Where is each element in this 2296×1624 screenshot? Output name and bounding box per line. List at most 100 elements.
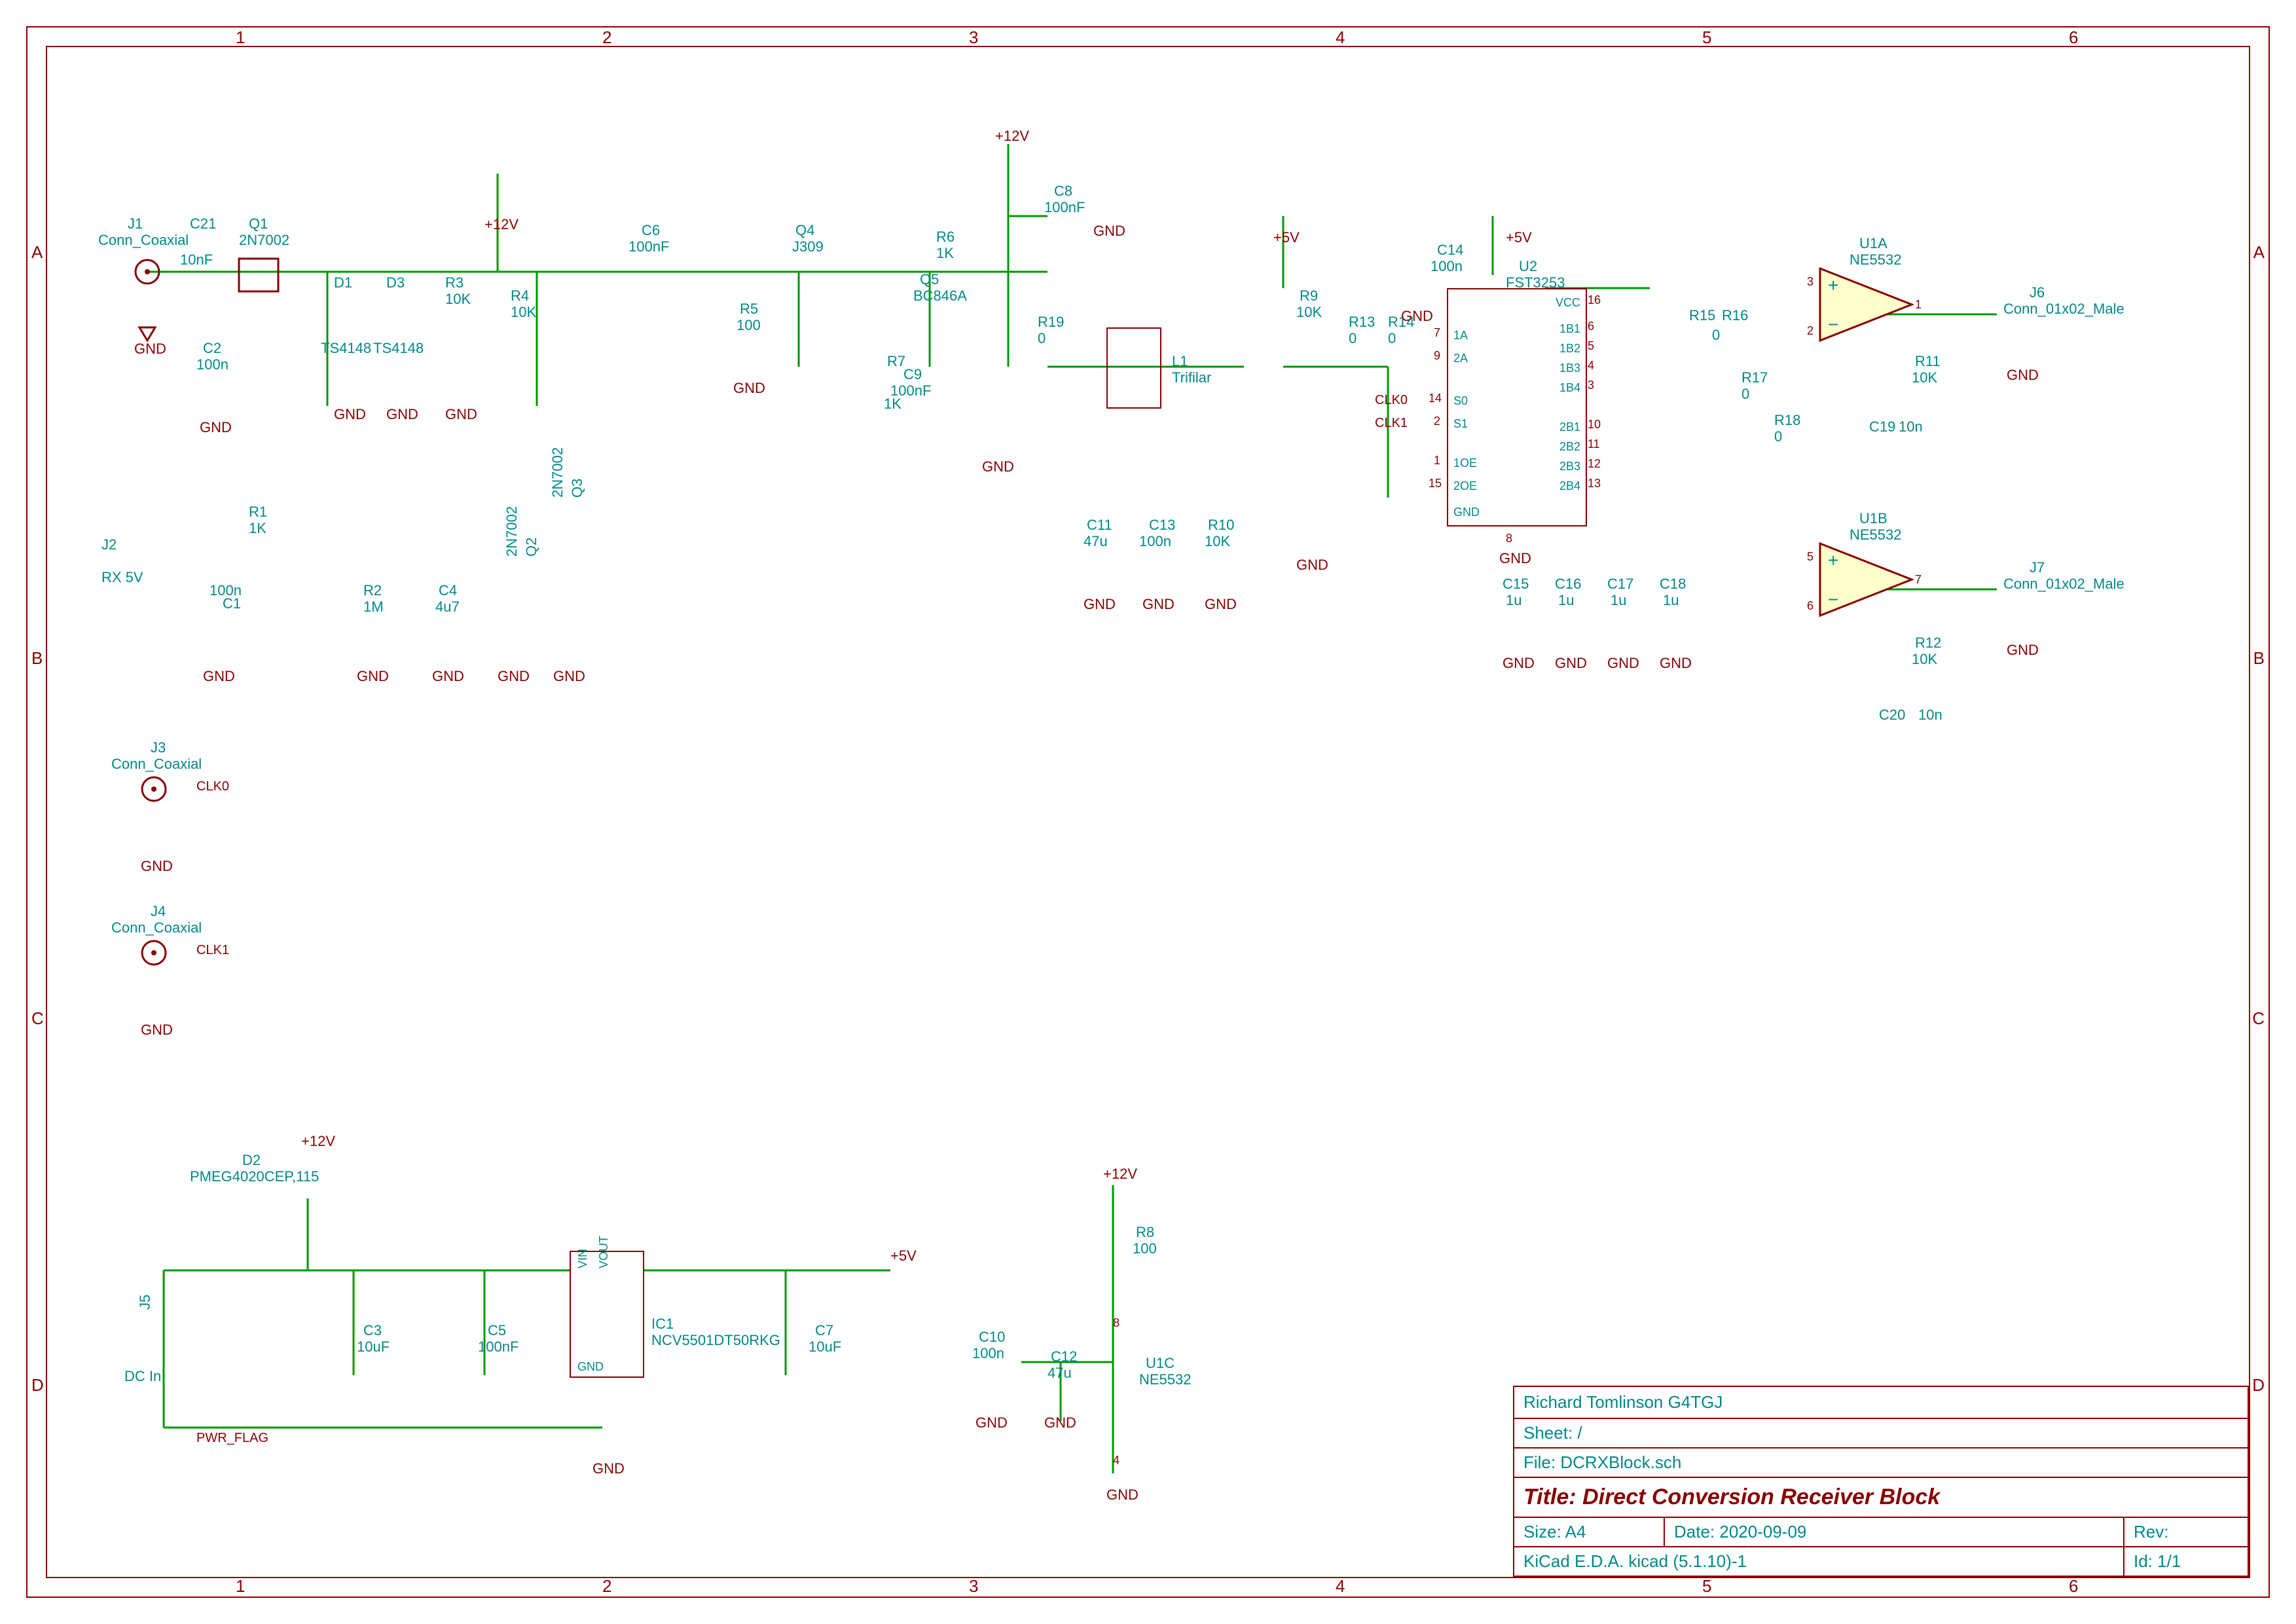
c20-ref: C20 [1879, 707, 1905, 722]
clk0-net: CLK0 [1375, 393, 1408, 408]
r17-ref: R17 [1741, 370, 1768, 385]
c8-val: 100nF [1044, 200, 1085, 215]
c9-ref: C9 [903, 367, 922, 382]
j3-clk0: CLK0 [196, 779, 229, 794]
c1-gnd: GND [203, 668, 235, 685]
ic1-gnd: GND [592, 1460, 625, 1477]
opamp-u1a-icon: + − [1813, 262, 1925, 354]
r9-5v: +5V [1273, 229, 1300, 246]
r11-val: 10K [1912, 370, 1937, 385]
c8-gnd: GND [1093, 223, 1125, 240]
r1-val: 1K [249, 521, 266, 536]
r8-ref: R8 [1136, 1225, 1154, 1240]
c18-ref: C18 [1660, 576, 1686, 591]
svg-text:+: + [1828, 275, 1838, 295]
r4-12v: +12V [484, 216, 519, 233]
q2-gnd: GND [498, 668, 530, 685]
d3-val: TS4148 [373, 341, 424, 356]
ic1-ref: IC1 [651, 1316, 674, 1331]
c17-gnd: GND [1607, 655, 1639, 672]
r13-ref: R13 [1349, 314, 1375, 329]
r2-gnd: GND [357, 668, 389, 685]
d3-gnd: GND [386, 406, 418, 423]
q3-ref: Q3 [570, 479, 585, 498]
r19-val: 0 [1038, 331, 1046, 346]
title-text: Direct Conversion Receiver Block [1582, 1485, 1940, 1509]
c16-gnd: GND [1555, 655, 1587, 672]
c13-ref: C13 [1149, 517, 1175, 532]
c2-val: 100n [196, 357, 228, 372]
r9-val: 10K [1296, 304, 1322, 320]
d3-ref: D3 [386, 275, 405, 290]
q3-val: 2N7002 [550, 447, 565, 498]
j1-val: Conn_Coaxial [98, 232, 189, 248]
c11-gnd: GND [1084, 596, 1116, 613]
j4-ref: J4 [151, 904, 166, 919]
d1-val: TS4148 [321, 341, 371, 356]
r10-gnd: GND [1205, 596, 1237, 613]
ps-5v: +5V [890, 1247, 917, 1264]
j3-coax-icon [137, 773, 177, 812]
r15-ref: R15 [1689, 308, 1715, 323]
rev-label: Rev: [2134, 1522, 2168, 1541]
c7-val: 10uF [809, 1339, 841, 1354]
u1c-val: NE5532 [1139, 1372, 1192, 1387]
mosfet-icon [236, 255, 288, 301]
c2-gnd: GND [200, 419, 232, 436]
r3-ref: R3 [445, 275, 464, 290]
r12-ref: R12 [1915, 635, 1941, 650]
title-block: Richard Tomlinson G4TGJ Sheet: / File: D… [1513, 1386, 2249, 1577]
q4-ref: Q4 [795, 223, 814, 238]
l1-val: Trifilar [1172, 370, 1211, 385]
file-name: DCRXBlock.sch [1560, 1452, 1681, 1472]
r2-val: 1M [363, 599, 384, 614]
d1-gnd: GND [334, 406, 366, 423]
r9-ref: R9 [1300, 288, 1318, 303]
r18-val: 0 [1774, 429, 1782, 444]
r3-val: 10K [445, 291, 471, 306]
c14-val: 100n [1430, 259, 1463, 274]
c2-ref: C2 [203, 341, 221, 356]
u1b-val: NE5532 [1850, 527, 1902, 542]
u2-ref: U2 [1519, 259, 1537, 274]
j7-val: Conn_01x02_Male [2003, 576, 2124, 591]
svg-text:−: − [1828, 589, 1838, 610]
j6-gnd: GND [2007, 367, 2039, 384]
r4-val: 10K [511, 304, 536, 320]
c1-val: 100n [210, 583, 242, 598]
c18-gnd: GND [1660, 655, 1692, 672]
size-label: Size: [1523, 1522, 1561, 1541]
r3-gnd: GND [445, 406, 477, 423]
u1a-val: NE5532 [1850, 252, 1902, 267]
j7-ref: J7 [2030, 560, 2045, 575]
c15-val: 1u [1506, 593, 1522, 608]
r1-ref: R1 [249, 504, 267, 519]
date-val: 2020-09-09 [1719, 1522, 1806, 1541]
c13-val: 100n [1139, 534, 1171, 549]
c21-val: 10nF [180, 252, 213, 267]
r5-gnd: GND [733, 380, 765, 397]
schematic-sheet: 1 2 3 4 5 6 1 2 3 4 5 6 A B C D A B C D [0, 0, 2296, 1624]
ic1-val: NCV5501DT50RKG [651, 1333, 780, 1348]
q1-val: 2N7002 [239, 232, 289, 248]
c14-ref: C14 [1437, 242, 1463, 257]
q2-val: 2N7002 [504, 506, 519, 557]
c18-val: 1u [1663, 593, 1679, 608]
clk1-net: CLK1 [1375, 416, 1408, 431]
u1c-ref: U1C [1146, 1356, 1175, 1371]
r7-val: 1K [884, 396, 902, 411]
transformer-icon [1106, 327, 1161, 409]
q2-ref: Q2 [524, 538, 539, 557]
j4-val: Conn_Coaxial [111, 920, 202, 935]
r4-ref: R4 [511, 288, 529, 303]
title-label: Title: [1523, 1485, 1576, 1509]
c8-12v: +12V [995, 128, 1029, 145]
c11-val: 47u [1084, 534, 1108, 549]
r10-val: 10K [1205, 534, 1230, 549]
j6-val: Conn_01x02_Male [2003, 301, 2124, 316]
c14-gnd: GND [1401, 308, 1433, 325]
j5-val: DC In [124, 1369, 161, 1384]
c19-val: 10n [1899, 419, 1923, 434]
r7-gnd: GND [982, 458, 1014, 475]
c12-gnd: GND [1044, 1414, 1076, 1431]
